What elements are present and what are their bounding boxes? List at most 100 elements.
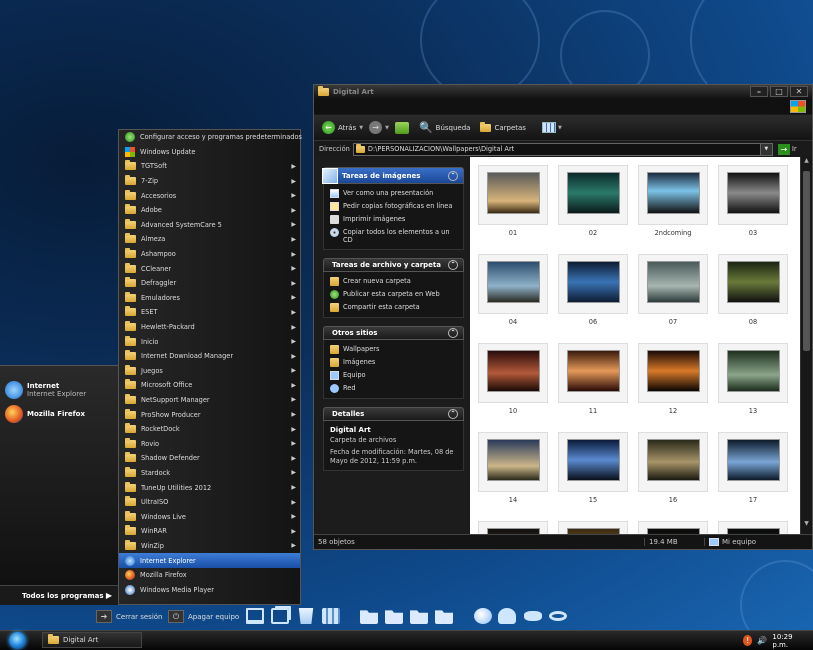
volume-icon[interactable]: 🔊	[757, 636, 767, 645]
scroll-up-button[interactable]: ▲	[801, 157, 812, 167]
folder-icon[interactable]	[360, 610, 378, 624]
address-dropdown-icon[interactable]: ▼	[759, 143, 772, 155]
thumbnail[interactable]	[478, 343, 548, 403]
dropdown-arrow-icon[interactable]: ▼	[359, 125, 363, 131]
thumbnail[interactable]	[638, 343, 708, 403]
go-button[interactable]: → Ir	[777, 143, 797, 155]
pinned-firefox[interactable]: Mozilla Firefox	[0, 402, 119, 426]
thumbnail[interactable]	[558, 165, 628, 225]
task-link[interactable]: Compartir esta carpeta	[330, 301, 457, 314]
thumbnail[interactable]	[638, 254, 708, 314]
title-bar[interactable]: Digital Art – □ ✕	[314, 85, 812, 99]
program-item[interactable]: ProShow Producer ▶	[119, 407, 300, 422]
task-link[interactable]: Wallpapers	[330, 343, 457, 356]
program-item[interactable]: Mozilla Firefox	[119, 568, 300, 583]
close-button[interactable]: ✕	[790, 86, 808, 97]
views-button[interactable]: ▼	[541, 122, 562, 133]
all-programs-button[interactable]: Todos los programas ▶	[0, 585, 120, 605]
program-item[interactable]: Inicio ▶	[119, 334, 300, 349]
thumbnail[interactable]	[718, 432, 788, 492]
program-item[interactable]: UltraISO ▶	[119, 495, 300, 510]
thumbnail[interactable]	[558, 432, 628, 492]
task-link[interactable]: Ver como una presentación	[330, 187, 457, 200]
vertical-scrollbar[interactable]: ▲ ▼	[800, 157, 812, 546]
back-button[interactable]: ← Atrás ▼	[322, 121, 363, 134]
scroll-thumb[interactable]	[803, 171, 810, 351]
program-item[interactable]: Internet Download Manager ▶	[119, 349, 300, 364]
program-item[interactable]: TuneUp Utilities 2012 ▶	[119, 480, 300, 495]
thumbnail[interactable]	[638, 432, 708, 492]
program-item[interactable]: Internet Explorer	[119, 553, 300, 568]
task-link[interactable]: Pedir copias fotográficas en línea	[330, 200, 457, 213]
trash-icon[interactable]	[298, 608, 314, 624]
search-button[interactable]: 🔍 Búsqueda	[419, 121, 471, 134]
computer-icon[interactable]	[246, 608, 264, 624]
details-header[interactable]: Detalles ⌃	[323, 407, 464, 422]
file-tasks-header[interactable]: Tareas de archivo y carpeta ⌃	[323, 258, 464, 273]
task-link[interactable]: Publicar esta carpeta en Web	[330, 288, 457, 301]
gamepad-icon[interactable]	[524, 611, 542, 621]
up-folder-button[interactable]	[394, 121, 409, 134]
program-item[interactable]: WinRAR ▶	[119, 524, 300, 539]
program-item[interactable]: Shadow Defender ▶	[119, 451, 300, 466]
program-item[interactable]: 7-Zip ▶	[119, 174, 300, 189]
scroll-down-button[interactable]: ▼	[801, 520, 812, 530]
program-item[interactable]: Defraggler ▶	[119, 276, 300, 291]
program-item[interactable]: Windows Live ▶	[119, 509, 300, 524]
taskbar-button-digital-art[interactable]: Digital Art	[42, 632, 142, 648]
thumbnail[interactable]	[478, 165, 548, 225]
task-link[interactable]: Imágenes	[330, 356, 457, 369]
task-link[interactable]: Crear nueva carpeta	[330, 275, 457, 288]
pinned-internet-explorer[interactable]: Internet Internet Explorer	[0, 378, 119, 402]
task-link[interactable]: Red	[330, 382, 457, 395]
program-item[interactable]: Advanced SystemCare 5 ▶	[119, 218, 300, 233]
task-link[interactable]: Copiar todos los elementos a un CD	[330, 226, 457, 246]
dropdown-arrow-icon[interactable]: ▼	[385, 125, 389, 131]
program-item[interactable]: TGTSoft ▶	[119, 159, 300, 174]
thumbnail[interactable]	[718, 254, 788, 314]
collapse-icon[interactable]: ⌃	[448, 170, 458, 181]
image-tasks-header[interactable]: Tareas de imágenes ⌃	[322, 167, 464, 184]
program-item[interactable]: Microsoft Office ▶	[119, 378, 300, 393]
logoff-button[interactable]: ➔ Cerrar sesión	[96, 610, 162, 623]
pictures-folder-icon[interactable]	[410, 610, 428, 624]
program-item[interactable]: Emuladores ▶	[119, 291, 300, 306]
windows-icon[interactable]	[271, 608, 289, 624]
folders-button[interactable]: Carpetas	[480, 121, 526, 132]
program-item[interactable]: Ashampoo ▶	[119, 247, 300, 262]
calculator-icon[interactable]	[322, 608, 340, 624]
task-link[interactable]: Imprimir imágenes	[330, 213, 457, 226]
firefox-icon[interactable]	[474, 608, 492, 624]
forward-button[interactable]: → ▼	[369, 121, 389, 134]
collapse-icon[interactable]: ⌃	[448, 409, 458, 420]
program-item[interactable]: Configurar acceso y programas predetermi…	[119, 130, 302, 145]
program-item[interactable]: Accesorios ▶	[119, 188, 300, 203]
music-folder-icon[interactable]	[385, 610, 403, 624]
thumbnail[interactable]	[478, 254, 548, 314]
program-item[interactable]: Windows Media Player	[119, 582, 300, 597]
program-item[interactable]: Windows Update	[119, 145, 300, 160]
task-link[interactable]: Equipo	[330, 369, 457, 382]
maximize-button[interactable]: □	[770, 86, 788, 97]
start-button[interactable]	[9, 632, 26, 649]
program-item[interactable]: Almeza ▶	[119, 232, 300, 247]
other-places-header[interactable]: Otros sitios ⌃	[323, 326, 464, 341]
warning-icon[interactable]: !	[743, 635, 753, 646]
program-item[interactable]: Hewlett-Packard ▶	[119, 320, 300, 335]
program-item[interactable]: Adobe ▶	[119, 203, 300, 218]
messenger-icon[interactable]	[498, 608, 516, 624]
program-item[interactable]: Rovio ▶	[119, 436, 300, 451]
thumbnail[interactable]	[478, 432, 548, 492]
collapse-icon[interactable]: ⌃	[448, 328, 458, 339]
minimize-button[interactable]: –	[750, 86, 768, 97]
program-item[interactable]: ESET ▶	[119, 305, 300, 320]
documents-folder-icon[interactable]	[435, 610, 453, 624]
program-item[interactable]: RocketDock ▶	[119, 422, 300, 437]
program-item[interactable]: Stardock ▶	[119, 466, 300, 481]
thumbnail[interactable]	[718, 343, 788, 403]
clock[interactable]: 10:29 p.m.	[772, 633, 805, 649]
thumbnail[interactable]	[638, 165, 708, 225]
collapse-icon[interactable]: ⌃	[448, 260, 458, 271]
address-input[interactable]: D:\PERSONALIZACION\Wallpapers\Digital Ar…	[352, 142, 773, 156]
thumbnail[interactable]	[718, 165, 788, 225]
